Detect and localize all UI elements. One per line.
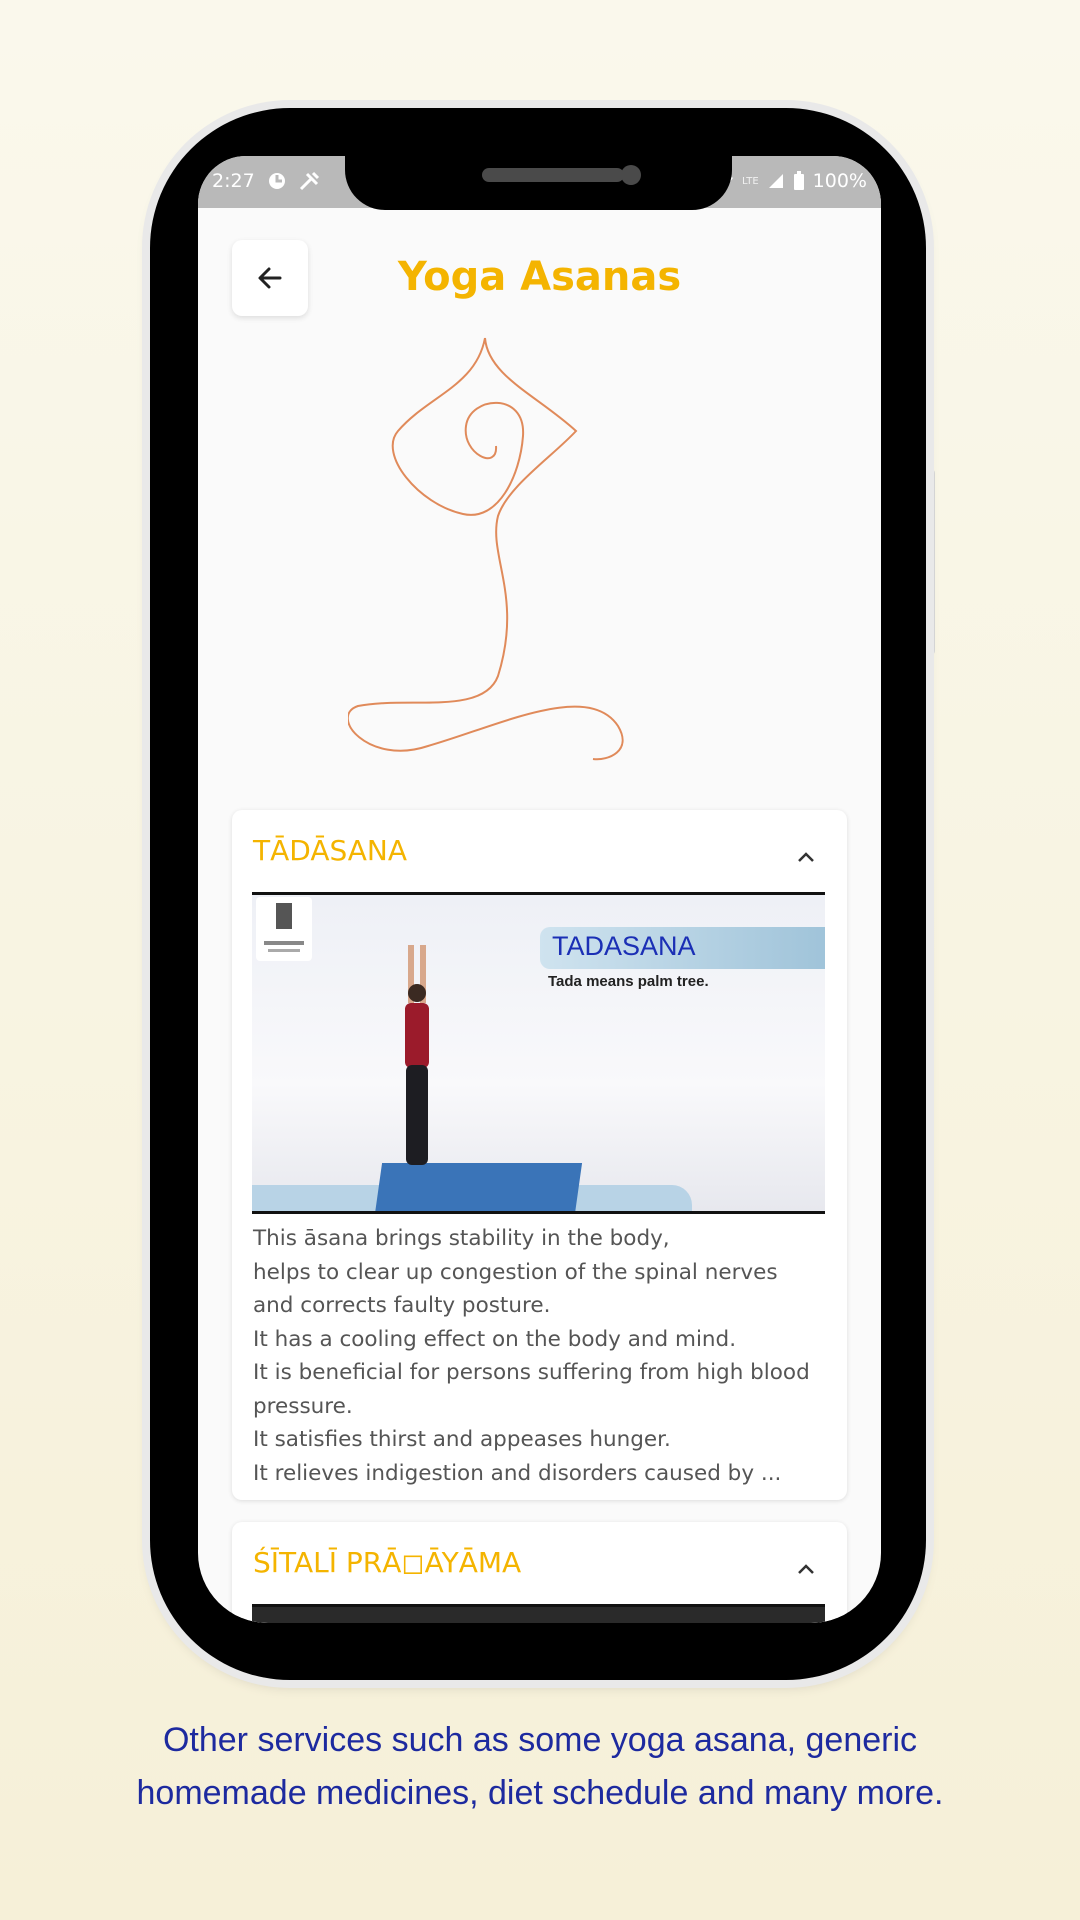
ministry-of-ayush-logo xyxy=(256,897,312,961)
caption-line-2: homemade medicines, diet schedule and ma… xyxy=(136,1774,944,1812)
person-figure xyxy=(405,945,429,1165)
phone-screen: 2:27 LTE 100% Yoga Asanas TĀDĀSANA TADAS… xyxy=(198,156,881,1623)
description-line: It relieves indigestion and disorders ca… xyxy=(253,1460,782,1486)
phone-notch xyxy=(345,140,732,210)
video-banner: TADASANA xyxy=(540,927,825,969)
description-line: It satisfies thirst and appeases hunger. xyxy=(253,1427,671,1452)
promo-caption: Other services such as some yoga asana, … xyxy=(0,1714,1080,1820)
page-title: Yoga Asanas xyxy=(397,254,682,300)
card-title: ŚĪTALĪ PRĀ◻ĀYĀMA xyxy=(253,1546,522,1579)
tool-icon xyxy=(299,171,319,191)
yoga-pose-illustration xyxy=(348,337,624,761)
card-title: TĀDĀSANA xyxy=(253,834,408,867)
notification-icon xyxy=(268,173,285,189)
asana-description: This āsana brings stability in the body,… xyxy=(253,1222,833,1490)
battery-percent: 100% xyxy=(812,170,867,192)
video-subtitle: Tada means palm tree. xyxy=(548,973,709,990)
asana-card-tadasana[interactable]: TĀDĀSANA TADASANA Tada means palm tree. xyxy=(232,810,847,1500)
front-camera xyxy=(621,165,641,185)
status-time: 2:27 xyxy=(212,170,255,192)
speaker-grille xyxy=(482,168,624,182)
battery-icon xyxy=(793,171,804,190)
description-line: and corrects faulty posture. xyxy=(253,1293,551,1318)
asana-video-thumbnail[interactable]: TADASANA Tada means palm tree. xyxy=(252,892,825,1214)
description-line: helps to clear up congestion of the spin… xyxy=(253,1259,778,1285)
signal-icon xyxy=(768,174,783,188)
network-type: LTE xyxy=(742,175,759,187)
video-banner-title: TADASANA xyxy=(552,931,696,961)
description-line: pressure. xyxy=(253,1393,353,1419)
caption-line-1: Other services such as some yoga asana, … xyxy=(162,1721,918,1759)
chevron-up-icon[interactable] xyxy=(795,1558,817,1580)
asana-card-sitali-pranayama[interactable]: ŚĪTALĪ PRĀ◻ĀYĀMA xyxy=(232,1522,847,1623)
chevron-up-icon[interactable] xyxy=(795,846,817,868)
description-line: This āsana brings stability in the body, xyxy=(253,1226,670,1251)
description-line: It has a cooling effect on the body and … xyxy=(253,1326,737,1352)
asana-video-thumbnail[interactable] xyxy=(252,1604,825,1623)
description-line: It is beneficial for persons suffering f… xyxy=(253,1360,810,1385)
